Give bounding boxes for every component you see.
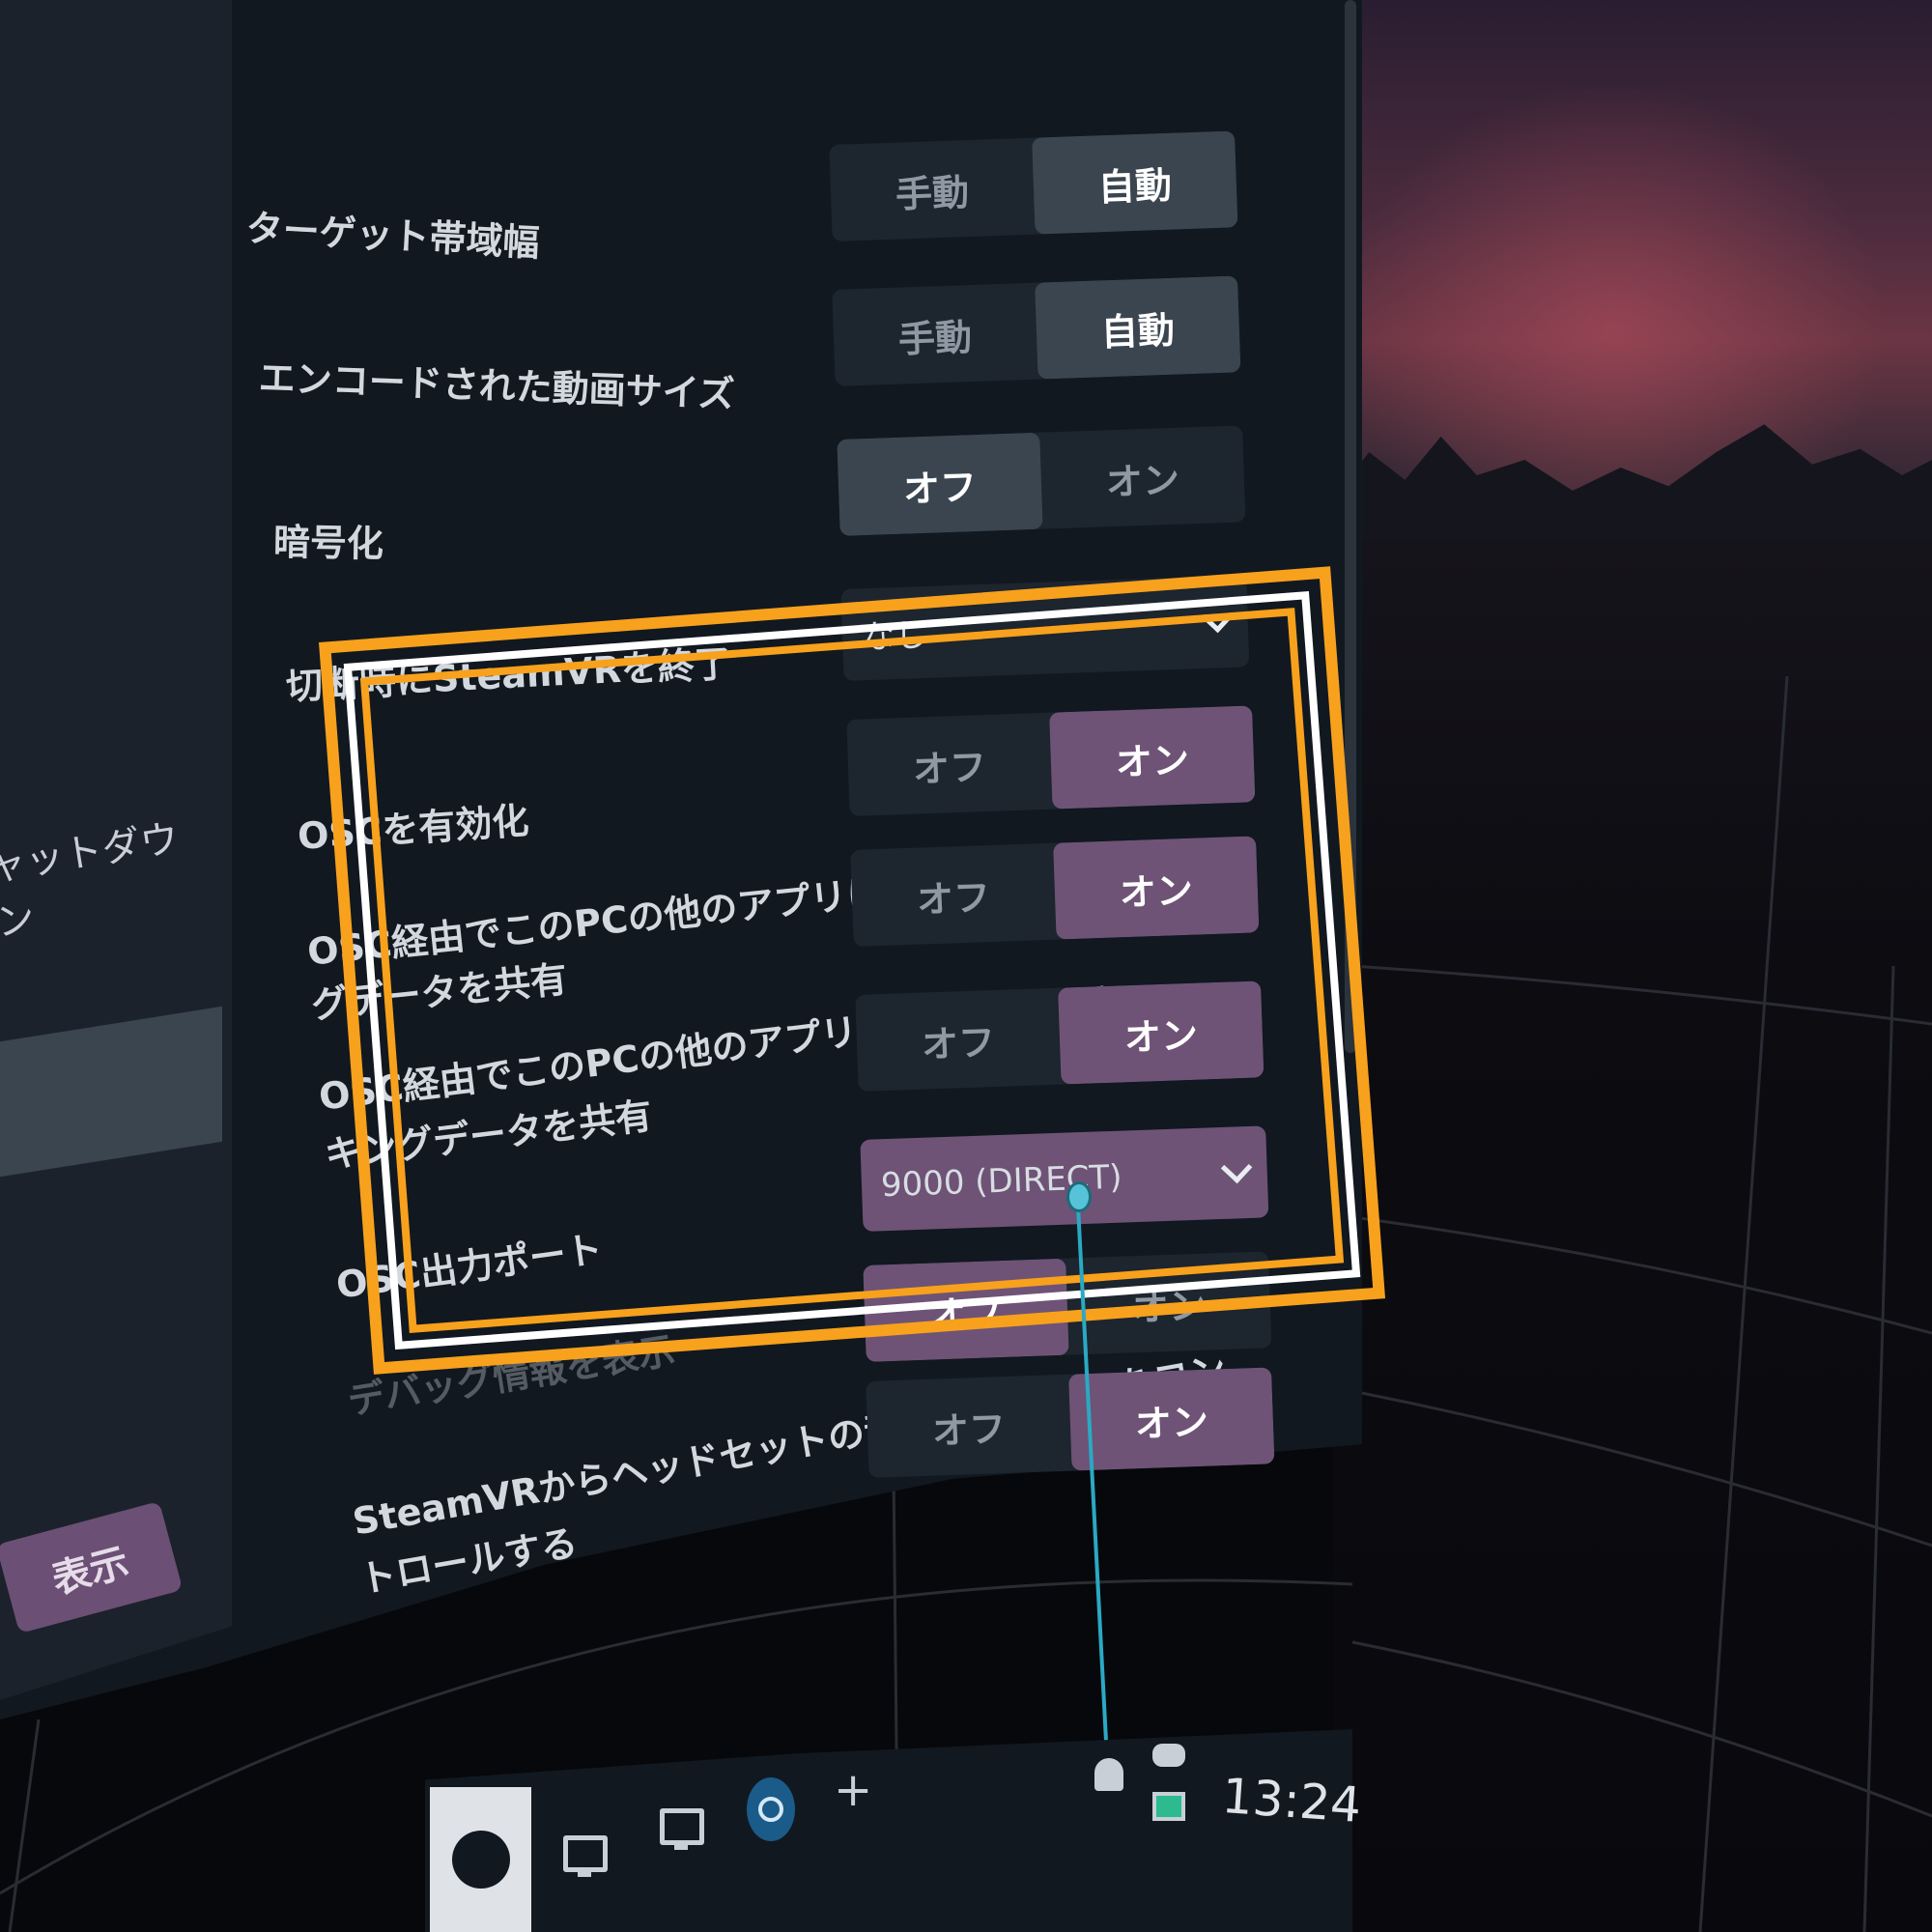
option-on[interactable]: オン [1039,425,1245,528]
highlight-frame-inner [343,591,1361,1350]
label-target-bandwidth: ターゲット帯域幅 [244,207,541,265]
option-manual[interactable]: 手動 [832,283,1037,386]
toggle-target-bandwidth[interactable]: 手動 自動 [829,130,1238,242]
toggle-encoded-video-size[interactable]: 手動 自動 [832,275,1241,386]
laser-pointer-dot [1066,1181,1092,1212]
steam-icon [451,1831,510,1889]
battery-icon [1152,1792,1185,1821]
steam-button[interactable] [430,1787,531,1932]
label-encoded-video-size: エンコードされた動画サイズ [258,356,736,416]
toggle-control-headset-volume[interactable]: オフ オン [866,1367,1275,1478]
clock: 13:24 [1220,1768,1363,1833]
desktop-2-icon[interactable] [660,1808,704,1850]
eye-tracking-icon[interactable] [747,1777,795,1841]
toggle-encryption[interactable]: オフ オン [837,425,1246,536]
option-manual[interactable]: 手動 [829,138,1035,242]
option-auto[interactable]: 自動 [1032,130,1238,235]
add-button[interactable]: + [834,1763,872,1817]
highlight-frame [319,566,1386,1375]
highlight-frame-inner2 [359,608,1345,1333]
option-auto[interactable]: 自動 [1035,275,1241,380]
option-on[interactable]: オン [1068,1367,1275,1471]
label-encryption: 暗号化 [272,521,384,565]
option-off[interactable]: オフ [866,1375,1071,1478]
vr-scene: ャットダウン 表示 ターゲット帯域幅 手動 自動 エンコードされた動画サイズ 手… [0,0,1932,1932]
bell-icon[interactable] [1094,1758,1123,1791]
desktop-1-icon[interactable] [563,1835,608,1877]
option-off[interactable]: オフ [837,432,1043,536]
headset-icon[interactable] [1152,1744,1185,1767]
